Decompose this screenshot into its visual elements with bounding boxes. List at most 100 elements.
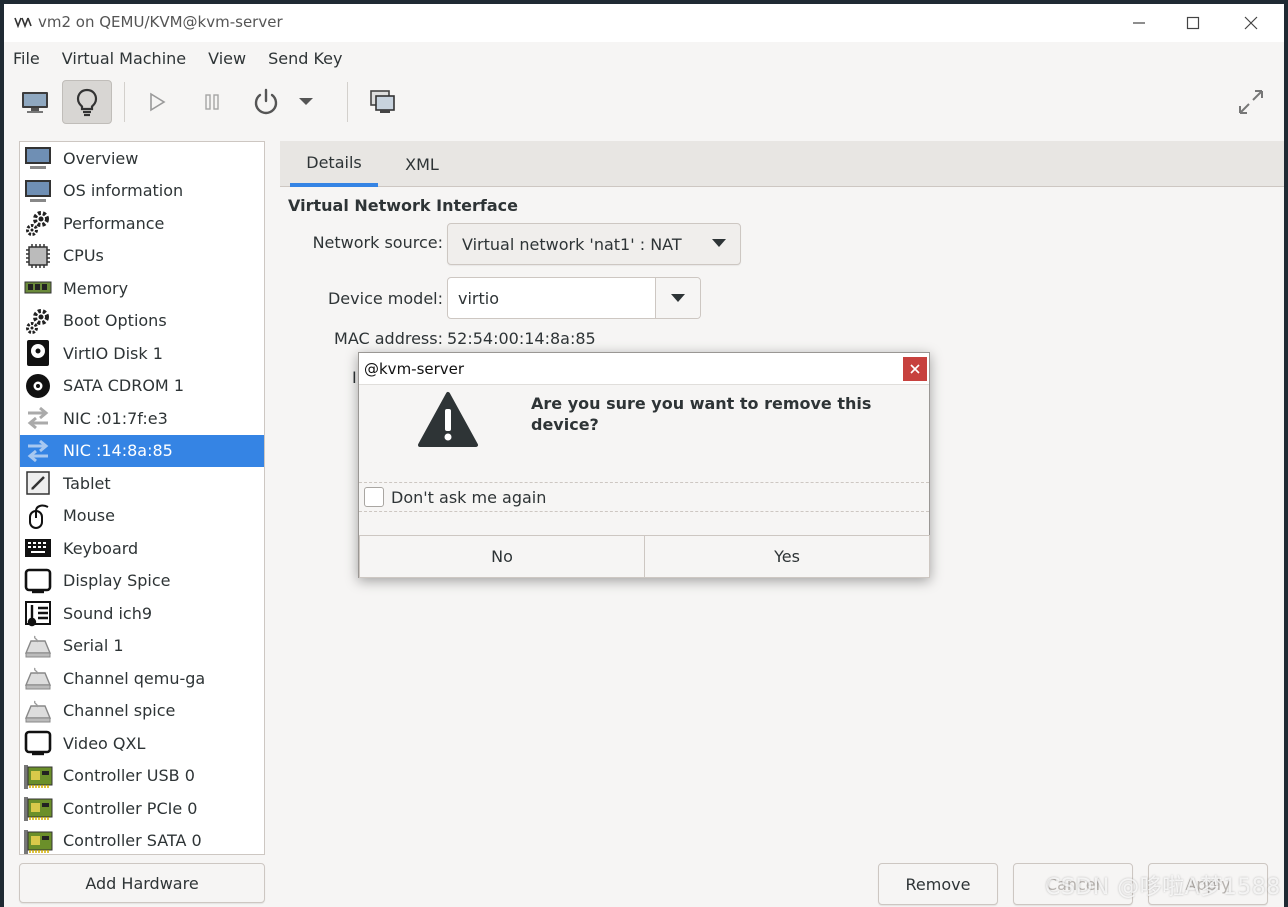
- console-button[interactable]: [10, 80, 60, 124]
- add-hardware-button[interactable]: Add Hardware: [19, 863, 265, 903]
- sidebar-item-virtio-disk-1[interactable]: VirtIO Disk 1: [20, 337, 264, 370]
- sidebar-item-cpus[interactable]: CPUs: [20, 240, 264, 273]
- menu-view[interactable]: View: [208, 49, 246, 68]
- sidebar-item-nic-01-7f-e3[interactable]: NIC :01:7f:e3: [20, 402, 264, 435]
- display-icon: [23, 567, 53, 595]
- virt-manager-icon: [14, 16, 32, 28]
- minimize-button[interactable]: [1116, 10, 1162, 36]
- maximize-button[interactable]: [1170, 10, 1216, 36]
- menu-file[interactable]: File: [13, 49, 40, 68]
- sidebar-item-label: Mouse: [63, 506, 115, 526]
- sidebar-item-label: Controller PCIe 0: [63, 798, 198, 818]
- pause-button[interactable]: [187, 80, 237, 124]
- device-model-value: virtio: [458, 288, 499, 308]
- nic-icon: [23, 404, 53, 432]
- dont-ask-again-checkbox[interactable]: [364, 487, 384, 507]
- sidebar-item-controller-sata-0[interactable]: Controller SATA 0: [20, 825, 264, 855]
- mouse-icon: [23, 502, 53, 530]
- close-button[interactable]: [1228, 10, 1274, 36]
- tab-xml[interactable]: XML: [378, 141, 466, 187]
- sidebar-item-controller-usb-0[interactable]: Controller USB 0: [20, 760, 264, 793]
- sidebar-item-label: NIC :14:8a:85: [63, 441, 173, 461]
- dialog-title: @kvm-server: [364, 360, 465, 378]
- serial-icon: [23, 632, 53, 660]
- sidebar-item-display-spice[interactable]: Display Spice: [20, 565, 264, 598]
- controller-icon: [23, 794, 53, 822]
- sidebar-item-channel-spice[interactable]: Channel spice: [20, 695, 264, 728]
- network-source-value: Virtual network 'nat1' : NAT: [462, 234, 682, 254]
- gears-icon: [23, 209, 53, 237]
- sound-icon: [23, 599, 53, 627]
- sidebar-item-serial-1[interactable]: Serial 1: [20, 630, 264, 663]
- sidebar-item-label: Controller USB 0: [63, 766, 195, 786]
- sidebar-item-label: Tablet: [63, 473, 111, 493]
- dialog-close-button[interactable]: [903, 357, 927, 381]
- snapshots-icon: [370, 90, 395, 113]
- sidebar-item-video-qxl[interactable]: Video QXL: [20, 727, 264, 760]
- sidebar-item-label: OS information: [63, 181, 184, 201]
- chevron-down-icon: [712, 239, 726, 247]
- memory-icon: [23, 274, 53, 302]
- section-title: Virtual Network Interface: [288, 196, 518, 215]
- shutdown-menu-button[interactable]: [291, 80, 321, 124]
- cpu-icon: [23, 242, 53, 270]
- sidebar-item-performance[interactable]: Performance: [20, 207, 264, 240]
- mac-address-label: MAC address:: [334, 329, 443, 348]
- device-model-label: Device model:: [327, 289, 443, 308]
- sidebar-item-label: Video QXL: [63, 733, 146, 753]
- sidebar-item-tablet[interactable]: Tablet: [20, 467, 264, 500]
- fullscreen-icon: [1239, 90, 1263, 114]
- remove-button[interactable]: Remove: [878, 863, 998, 905]
- sidebar-item-boot-options[interactable]: Boot Options: [20, 305, 264, 338]
- sidebar-item-label: Channel qemu-ga: [63, 668, 206, 688]
- device-model-dropdown-button[interactable]: [655, 278, 700, 318]
- lightbulb-icon: [76, 88, 98, 117]
- toolbar-separator: [124, 82, 125, 122]
- dont-ask-again-label: Don't ask me again: [391, 487, 547, 507]
- device-model-combo[interactable]: virtio: [447, 277, 701, 319]
- close-icon: [1244, 16, 1258, 30]
- toolbar-separator: [347, 82, 348, 122]
- sidebar-item-label: Controller SATA 0: [63, 831, 202, 851]
- network-source-select[interactable]: Virtual network 'nat1' : NAT: [447, 223, 741, 265]
- menu-send-key[interactable]: Send Key: [268, 49, 342, 68]
- window-title: vm2 on QEMU/KVM@kvm-server: [38, 13, 283, 31]
- sidebar-item-sata-cdrom-1[interactable]: SATA CDROM 1: [20, 370, 264, 403]
- menu-virtual-machine[interactable]: Virtual Machine: [62, 49, 186, 68]
- snapshots-button[interactable]: [358, 80, 408, 124]
- tab-details[interactable]: Details: [290, 141, 378, 187]
- tab-bar: Details XML: [280, 141, 1284, 187]
- tablet-icon: [23, 469, 53, 497]
- sidebar-item-channel-qemu-ga[interactable]: Channel qemu-ga: [20, 662, 264, 695]
- warning-icon: [418, 392, 478, 447]
- sidebar-item-nic-14-8a-85[interactable]: NIC :14:8a:85: [20, 434, 264, 467]
- sidebar-item-label: Serial 1: [63, 636, 124, 656]
- sidebar-item-os-information[interactable]: OS information: [20, 175, 264, 208]
- yes-button[interactable]: Yes: [644, 535, 930, 578]
- sidebar-item-label: Display Spice: [63, 571, 171, 591]
- shutdown-button[interactable]: [241, 80, 291, 124]
- toolbar: [4, 74, 1284, 130]
- no-button[interactable]: No: [359, 535, 645, 578]
- sidebar-item-keyboard[interactable]: Keyboard: [20, 532, 264, 565]
- fullscreen-button[interactable]: [1226, 80, 1276, 124]
- sidebar-item-memory[interactable]: Memory: [20, 272, 264, 305]
- monitor-icon: [23, 144, 53, 172]
- chevron-down-icon: [299, 98, 313, 105]
- dialog-title-bar: @kvm-server: [359, 353, 929, 385]
- controller-icon: [23, 827, 53, 854]
- controller-icon: [23, 762, 53, 790]
- watermark: CSDN @哆啦A梦1588: [1045, 875, 1281, 900]
- sidebar-item-controller-pcie-0[interactable]: Controller PCIe 0: [20, 792, 264, 825]
- keyboard-icon: [23, 534, 53, 562]
- details-button[interactable]: [62, 80, 112, 124]
- sidebar-item-mouse[interactable]: Mouse: [20, 500, 264, 533]
- mac-address-value: 52:54:00:14:8a:85: [447, 329, 596, 348]
- pause-icon: [205, 94, 219, 110]
- run-button[interactable]: [132, 80, 182, 124]
- sidebar-item-overview[interactable]: Overview: [20, 142, 264, 175]
- sidebar-item-sound-ich9[interactable]: Sound ich9: [20, 597, 264, 630]
- cdrom-icon: [23, 372, 53, 400]
- dont-ask-again-row[interactable]: Don't ask me again: [359, 482, 929, 512]
- sidebar-item-label: Memory: [63, 278, 129, 298]
